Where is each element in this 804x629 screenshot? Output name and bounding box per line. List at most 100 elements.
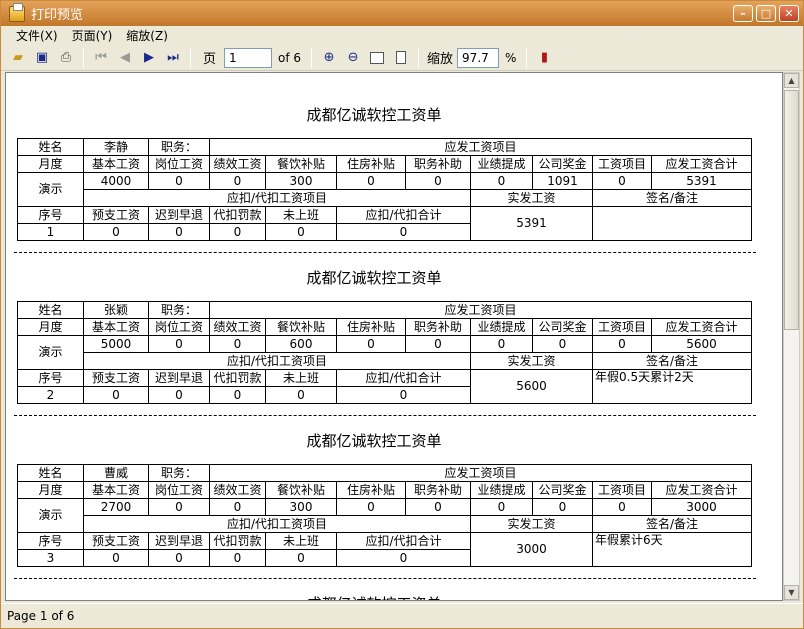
seq-label: 序号 <box>17 369 84 387</box>
cell: 0 <box>532 498 593 516</box>
last-page-icon[interactable]: ⏭ <box>162 47 184 69</box>
cell: 0 <box>405 335 471 353</box>
month-label: 月度 <box>17 481 84 499</box>
col-header: 迟到早退 <box>148 532 210 550</box>
menu-zoom[interactable]: 缩放(Z) <box>119 27 175 44</box>
status-text: Page 1 of 6 <box>7 609 75 623</box>
printer-icon <box>9 2 25 22</box>
actual-header: 实发工资 <box>470 189 593 207</box>
sign-header: 签名/备注 <box>591 189 753 207</box>
title-bar[interactable]: 打印预览 – □ ✕ <box>1 1 803 26</box>
zoom-unit: % <box>505 50 517 65</box>
slip-title: 成都亿诚软控工资单 <box>306 269 442 287</box>
month-label: 月度 <box>17 155 84 173</box>
col-header: 住房补贴 <box>336 481 406 499</box>
employee-name: 张颖 <box>83 301 149 319</box>
open-folder-icon[interactable]: ▰ <box>7 47 29 69</box>
page-label: 页 <box>203 52 217 67</box>
cell: 0 <box>209 223 266 241</box>
col-header: 岗位工资 <box>148 318 210 336</box>
save-icon[interactable]: ▣ <box>31 47 53 69</box>
actual-value: 5391 <box>470 206 593 241</box>
position-label: 职务： <box>148 301 210 319</box>
col-header: 绩效工资 <box>209 155 266 173</box>
note-value <box>591 206 753 241</box>
col-header: 应发工资合计 <box>650 155 753 173</box>
col-header: 岗位工资 <box>148 481 210 499</box>
scroll-down-icon[interactable]: ▼ <box>784 585 799 600</box>
menu-page[interactable]: 页面(Y) <box>65 27 120 44</box>
exit-icon[interactable]: ▮ <box>533 47 555 69</box>
deduct-header: 应扣/代扣工资项目 <box>83 352 471 370</box>
cell: 0 <box>405 172 471 190</box>
page-width-icon[interactable] <box>366 47 388 69</box>
cell: 0 <box>148 172 210 190</box>
scroll-thumb[interactable] <box>784 90 799 330</box>
payable-header: 应发工资项目 <box>208 301 753 319</box>
col-header: 工资项目 <box>592 481 652 499</box>
menu-bar: 文件(X) 页面(Y) 缩放(Z) <box>1 26 803 45</box>
menu-file[interactable]: 文件(X) <box>9 27 65 44</box>
col-header: 业绩提成 <box>470 318 533 336</box>
page-number-input[interactable] <box>224 47 273 68</box>
cell: 5600 <box>650 335 753 353</box>
cell: 0 <box>83 549 149 567</box>
col-header: 基本工资 <box>83 318 149 336</box>
deduct-header: 应扣/代扣工资项目 <box>83 515 471 533</box>
demo-label: 演示 <box>17 172 84 207</box>
close-button[interactable]: ✕ <box>779 5 799 22</box>
employee-name: 李静 <box>83 138 149 156</box>
zoom-input[interactable] <box>457 47 500 68</box>
cell: 0 <box>592 172 652 190</box>
cell: 0 <box>148 335 210 353</box>
previous-page-icon[interactable]: ◀ <box>114 47 136 69</box>
name-label: 姓名 <box>17 138 84 156</box>
cell: 0 <box>148 386 210 404</box>
col-header: 职务补助 <box>405 155 471 173</box>
col-header: 业绩提成 <box>470 155 533 173</box>
zoom-out-icon[interactable]: ⊖ <box>342 47 364 69</box>
col-header: 职务补助 <box>405 318 471 336</box>
whole-page-icon[interactable] <box>390 47 412 69</box>
col-header: 职务补助 <box>405 481 471 499</box>
col-header: 住房补贴 <box>336 318 406 336</box>
payslip-table: 姓名 曹威 职务： 应发工资项目 月度 基本工资 岗位工资 绩效工资 餐饮补贴 住房补贴 职务补助… <box>17 464 753 567</box>
note-value: 年假0.5天累计2天 <box>591 369 753 404</box>
position-label: 职务： <box>148 464 210 482</box>
col-header: 工资项目 <box>592 318 652 336</box>
cell: 1091 <box>532 172 593 190</box>
col-header: 餐饮补贴 <box>265 318 337 336</box>
first-page-icon[interactable]: ⏮ <box>90 47 112 69</box>
cell: 5000 <box>83 335 149 353</box>
cell: 0 <box>470 172 533 190</box>
cell: 0 <box>209 172 266 190</box>
cell: 5391 <box>650 172 753 190</box>
col-header: 工资项目 <box>592 155 652 173</box>
name-label: 姓名 <box>17 301 84 319</box>
vertical-scrollbar[interactable]: ▲ ▼ <box>783 72 800 601</box>
status-bar: Page 1 of 6 <box>1 603 803 628</box>
zoom-in-icon[interactable]: ⊕ <box>318 47 340 69</box>
cell: 0 <box>336 223 471 241</box>
month-label: 月度 <box>17 318 84 336</box>
scroll-up-icon[interactable]: ▲ <box>784 73 799 88</box>
preview-area[interactable]: 成都亿诚软控工资单 姓名 李静 职务： 应发工资项目 月度 基本工资 岗位工资 绩效工资 餐饮… <box>5 72 783 601</box>
print-icon[interactable]: ⎙ <box>55 47 77 69</box>
next-page-icon[interactable]: ▶ <box>138 47 160 69</box>
maximize-button[interactable]: □ <box>756 5 776 22</box>
col-header: 代扣罚款 <box>209 206 266 224</box>
print-preview-window: 打印预览 – □ ✕ 文件(X) 页面(Y) 缩放(Z) ▰ ▣ ⎙ ⏮ ◀ ▶… <box>0 0 804 629</box>
col-header: 绩效工资 <box>209 481 266 499</box>
col-header: 基本工资 <box>83 155 149 173</box>
cell: 0 <box>265 223 337 241</box>
page-break-line <box>14 252 756 253</box>
deduct-header: 应扣/代扣工资项目 <box>83 189 471 207</box>
payable-header: 应发工资项目 <box>208 138 753 156</box>
cell: 0 <box>83 223 149 241</box>
col-header: 应扣/代扣合计 <box>336 532 471 550</box>
col-header: 未上班 <box>265 369 337 387</box>
position-label: 职务： <box>148 138 210 156</box>
seq-label: 序号 <box>17 206 84 224</box>
minimize-button[interactable]: – <box>733 5 753 22</box>
payable-header: 应发工资项目 <box>208 464 753 482</box>
